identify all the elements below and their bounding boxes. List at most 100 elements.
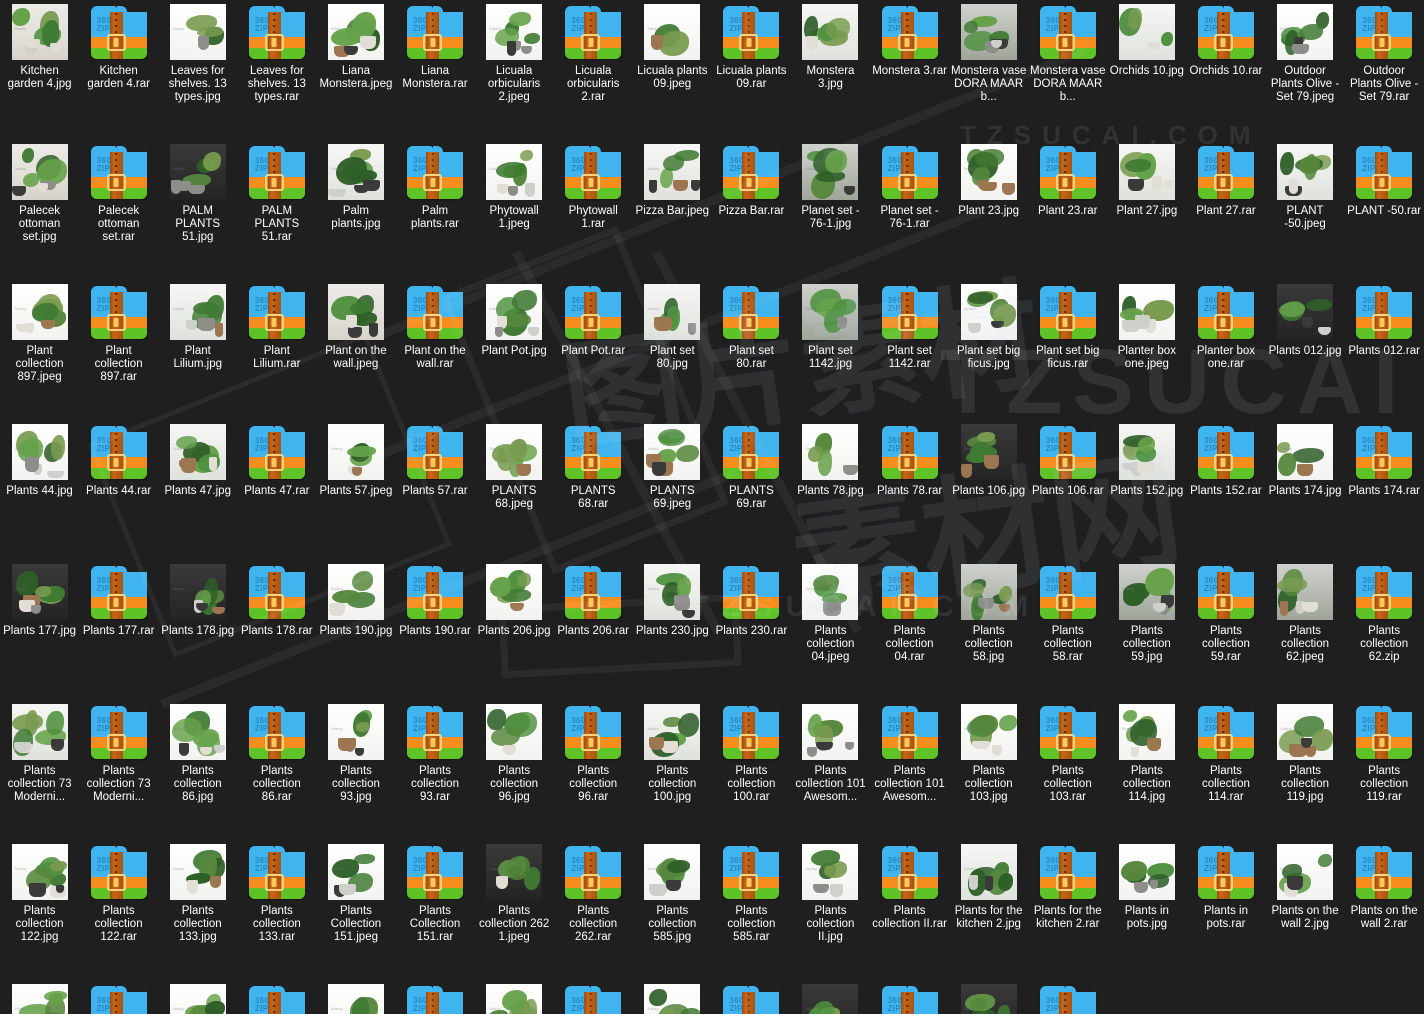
file-thumbnail[interactable]: 3dsky — [11, 844, 68, 900]
file-item-image[interactable]: 3dsky Leaves for shelves. 13 types.jpg — [158, 0, 237, 140]
file-thumbnail[interactable]: 3dsky — [327, 424, 384, 480]
file-thumbnail[interactable]: 3dsky — [1118, 4, 1175, 60]
file-item-image[interactable]: 3dsky Plant on the wall.jpeg — [316, 280, 395, 420]
file-thumbnail[interactable]: 360 ZIP — [1039, 844, 1096, 900]
file-item-archive[interactable]: 360 ZIP Licuala plants 09.rar — [712, 0, 791, 140]
file-thumbnail[interactable]: 360 ZIP — [248, 4, 305, 60]
file-item-image[interactable]: 3dsky Plants collection 73 Moderni... — [0, 700, 79, 840]
file-item-archive[interactable]: 360 ZIP Planet set - 76-1.rar — [870, 140, 949, 280]
file-thumbnail[interactable]: 360 ZIP — [248, 984, 305, 1014]
file-item-archive[interactable]: 360ZIPPlants set 100.rar — [237, 980, 316, 1014]
file-item-archive[interactable]: 360 ZIP Liana Monstera.rar — [395, 0, 474, 140]
file-thumbnail[interactable]: 360 ZIP — [1197, 564, 1254, 620]
file-item-archive[interactable]: 360 ZIP Monstera 3.rar — [870, 0, 949, 140]
file-thumbnail[interactable]: 360 ZIP — [90, 144, 147, 200]
file-item-archive[interactable]: 360 ZIP Plants 174.rar — [1345, 420, 1424, 560]
file-thumbnail[interactable]: 3dsky — [960, 984, 1017, 1014]
file-thumbnail[interactable]: 360 ZIP — [90, 424, 147, 480]
file-thumbnail[interactable]: 3dsky — [169, 284, 226, 340]
file-thumbnail[interactable]: 3dsky — [169, 844, 226, 900]
file-thumbnail[interactable]: 360 ZIP — [565, 984, 622, 1014]
file-item-archive[interactable]: 360 ZIP Plant set big ficus.rar — [1028, 280, 1107, 420]
file-thumbnail[interactable]: 3dsky — [960, 424, 1017, 480]
file-thumbnail[interactable]: 360 ZIP — [723, 984, 780, 1014]
file-item-archive[interactable]: 360 ZIP Plants collection 93.rar — [395, 700, 474, 840]
file-thumbnail[interactable]: 360 ZIP — [1197, 844, 1254, 900]
file-item-archive[interactable]: 360 ZIP PLANT -50.rar — [1345, 140, 1424, 280]
file-thumbnail[interactable]: 3dsky — [1277, 4, 1334, 60]
file-item-archive[interactable]: 360 ZIP Kitchen garden 4.rar — [79, 0, 158, 140]
file-item-archive[interactable]: 360 ZIP Plants collection 96.rar — [554, 700, 633, 840]
file-item-image[interactable]: 3dsky Plants 190.jpg — [316, 560, 395, 700]
file-item-image[interactable]: 3dsky Plants collection 93.jpg — [316, 700, 395, 840]
file-thumbnail[interactable]: 360 ZIP — [723, 704, 780, 760]
file-item-image[interactable]: 3dsky Palm plants.jpg — [316, 140, 395, 280]
file-thumbnail[interactable]: 360 ZIP — [1039, 564, 1096, 620]
file-grid[interactable]: 3dsky Kitchen garden 4.jpg 360 ZIP Kitchen g… — [0, 0, 1424, 1014]
file-thumbnail[interactable]: 360 ZIP — [407, 4, 464, 60]
file-thumbnail[interactable]: 3dsky — [327, 704, 384, 760]
file-thumbnail[interactable]: 360 ZIP — [881, 564, 938, 620]
file-item-image[interactable]: 3dsky Plants collection 122.jpg — [0, 840, 79, 980]
file-item-archive[interactable]: 360 ZIP Palm plants.rar — [395, 140, 474, 280]
file-item-image[interactable]: 3dsky Licuala orbicularis 2.jpeg — [475, 0, 554, 140]
file-thumbnail[interactable]: 360 ZIP — [90, 284, 147, 340]
file-thumbnail[interactable]: 3dsky — [486, 704, 543, 760]
file-thumbnail[interactable]: 360 ZIP — [723, 4, 780, 60]
file-item-archive[interactable]: 360 ZIP Plants 78.rar — [870, 420, 949, 560]
file-thumbnail[interactable]: 360 ZIP — [1197, 144, 1254, 200]
file-thumbnail[interactable]: 360 ZIP — [248, 144, 305, 200]
file-thumbnail[interactable]: 360 ZIP — [1197, 4, 1254, 60]
file-item-archive[interactable]: 360 ZIP Plants collection 122.rar — [79, 840, 158, 980]
file-item-image[interactable]: 3dsky Plants Collection 151.jpeg — [316, 840, 395, 980]
file-thumbnail[interactable]: 360 ZIP — [1039, 144, 1096, 200]
file-item-archive[interactable]: 360 ZIP Plants in pots.rar — [1186, 840, 1265, 980]
file-item-image[interactable]: 3dsky Liana Monstera.jpeg — [316, 0, 395, 140]
file-thumbnail[interactable]: 360 ZIP — [1356, 144, 1413, 200]
file-thumbnail[interactable]: 3dsky — [1277, 424, 1334, 480]
file-item-archive[interactable]: 360 ZIP Plants 177.rar — [79, 560, 158, 700]
file-item-archive[interactable]: 360 ZIP Plants collection 119.rar — [1345, 700, 1424, 840]
file-item-archive[interactable]: 360 ZIP Plants collection 103.rar — [1028, 700, 1107, 840]
file-item-archive[interactable]: 360 ZIP Plants collection 100.rar — [712, 700, 791, 840]
file-thumbnail[interactable]: 360 ZIP — [1039, 284, 1096, 340]
file-thumbnail[interactable]: 3dsky — [1118, 144, 1175, 200]
file-thumbnail[interactable]: 3dsky — [327, 144, 384, 200]
file-thumbnail[interactable]: 3dsky — [644, 4, 701, 60]
file-thumbnail[interactable]: 3dsky — [1118, 284, 1175, 340]
file-thumbnail[interactable]: 360 ZIP — [248, 704, 305, 760]
file-thumbnail[interactable]: 3dsky — [169, 424, 226, 480]
file-item-archive[interactable]: 360 ZIP Plants collection 04.rar — [870, 560, 949, 700]
file-thumbnail[interactable]: 3dsky — [644, 984, 701, 1014]
file-item-image[interactable]: 3dsky Plants 230.jpg — [633, 560, 712, 700]
file-item-archive[interactable]: 360 ZIP Plants for the kitchen 2.rar — [1028, 840, 1107, 980]
file-item-archive[interactable]: 360 ZIP Plants collection 62.zip — [1345, 560, 1424, 700]
file-item-image[interactable]: 3dsky Plants collection 96.jpg — [475, 700, 554, 840]
file-thumbnail[interactable]: 3dsky — [1277, 844, 1334, 900]
file-item-image[interactable]: 3dsky Plants 178.jpg — [158, 560, 237, 700]
file-thumbnail[interactable]: 3dsky — [1277, 284, 1334, 340]
file-thumbnail[interactable]: 3dsky — [802, 704, 859, 760]
file-thumbnail[interactable]: 360 ZIP — [248, 564, 305, 620]
file-thumbnail[interactable]: 3dsky — [486, 564, 543, 620]
file-item-image[interactable]: 3dsky Phytowall 1.jpeg — [475, 140, 554, 280]
file-thumbnail[interactable]: 360 ZIP — [881, 704, 938, 760]
file-thumbnail[interactable]: 3dsky — [486, 4, 543, 60]
file-thumbnail[interactable]: 3dsky — [486, 284, 543, 340]
file-thumbnail[interactable]: 3dsky — [960, 704, 1017, 760]
file-item-archive[interactable]: 360 ZIP Planter box one.rar — [1186, 280, 1265, 420]
file-item-image[interactable]: 3dsky Plants 206.jpg — [475, 560, 554, 700]
file-item-image[interactable]: 3dskyPlants set West — [475, 980, 554, 1014]
file-thumbnail[interactable]: 360 ZIP — [1356, 284, 1413, 340]
file-item-image[interactable]: 3dsky PLANT -50.jpeg — [1266, 140, 1345, 280]
file-thumbnail[interactable]: 360 ZIP — [90, 564, 147, 620]
file-item-archive[interactable]: 360 ZIP Plant 23.rar — [1028, 140, 1107, 280]
file-item-image[interactable]: 3dsky Plant Pot.jpg — [475, 280, 554, 420]
file-item-archive[interactable]: 360 ZIP Plants collection II.rar — [870, 840, 949, 980]
file-thumbnail[interactable]: 3dsky — [644, 144, 701, 200]
file-item-archive[interactable]: 360 ZIP Plant on the wall.rar — [395, 280, 474, 420]
file-thumbnail[interactable]: 360 ZIP — [1356, 844, 1413, 900]
file-item-image[interactable]: 3dsky Plant Lilium.jpg — [158, 280, 237, 420]
file-item-archive[interactable]: 360 ZIP Plants collection 58.rar — [1028, 560, 1107, 700]
file-thumbnail[interactable]: 3dsky — [327, 284, 384, 340]
